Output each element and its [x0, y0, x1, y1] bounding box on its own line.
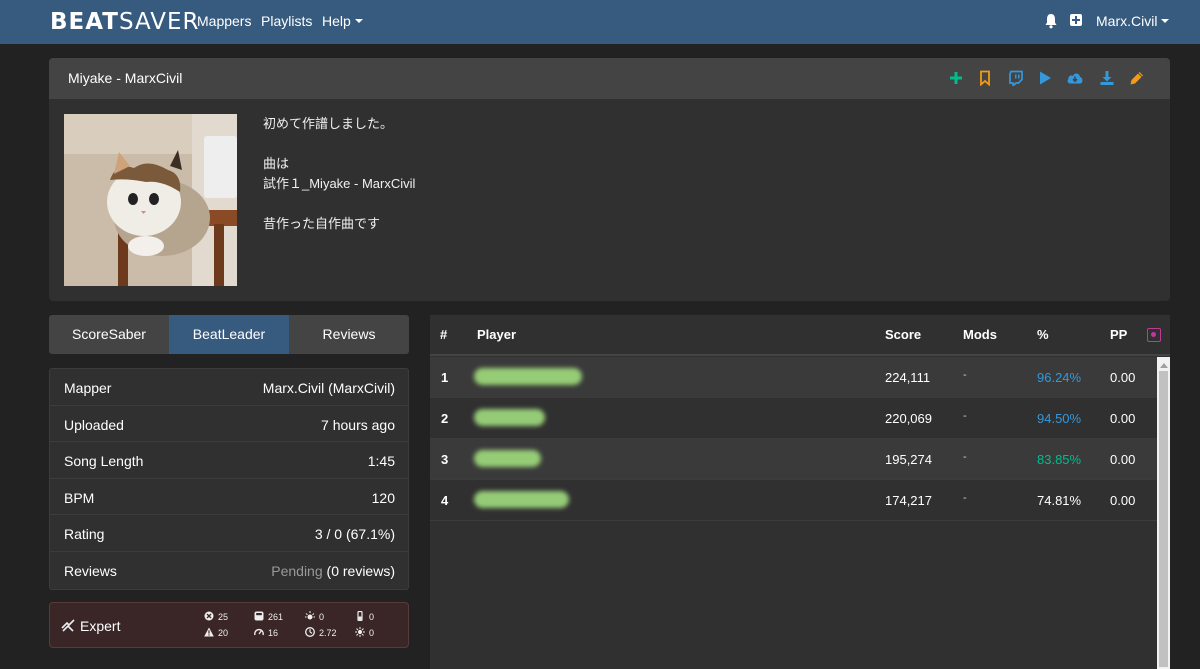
- warning-icon: [204, 627, 214, 637]
- map-description: 初めて作譜しました。 曲は 試作１_Miyake - MarxCivil 昔作っ…: [263, 116, 416, 231]
- difficulty-expert[interactable]: Expert 25 20 261 16 0 2.72 0 0: [49, 602, 409, 648]
- nps-value: 2.72: [305, 627, 337, 638]
- table-row[interactable]: 2 220,069 - 94.50% 0.00: [430, 398, 1157, 439]
- info-row-mapper: Mapper Marx.Civil (MarxCivil): [50, 369, 408, 406]
- chevron-down-icon: [354, 19, 363, 23]
- map-title: Miyake - MarxCivil: [68, 70, 183, 86]
- tab-scoresaber[interactable]: ScoreSaber: [49, 315, 169, 354]
- one-click-install-icon[interactable]: [1066, 70, 1084, 86]
- info-row-rating: Rating 3 / 0 (67.1%): [50, 515, 408, 552]
- walls-icon: [357, 611, 363, 621]
- events-icon: [355, 627, 365, 637]
- map-info-list: Mapper Marx.Civil (MarxCivil) Uploaded 7 h…: [49, 368, 409, 590]
- twitch-icon[interactable]: [1008, 70, 1024, 86]
- percent-value: 94.50%: [1037, 411, 1082, 426]
- info-row-uploaded: Uploaded 7 hours ago: [50, 406, 408, 443]
- top-navbar: BEATSAVER Mappers Playlists Help Marx.Ci…: [0, 0, 1200, 44]
- map-card-header: Miyake - MarxCivil: [49, 58, 1170, 99]
- tab-beatleader[interactable]: BeatLeader: [169, 315, 289, 354]
- brand-logo[interactable]: BEATSAVER: [50, 9, 200, 35]
- replay-icon[interactable]: [1147, 328, 1161, 342]
- info-row-song-length: Song Length 1:45: [50, 442, 408, 479]
- lights-count: 0: [305, 611, 324, 622]
- lights-icon: [305, 611, 315, 620]
- download-icon[interactable]: [1099, 70, 1115, 86]
- leaderboard-scrollbar[interactable]: [1157, 357, 1170, 669]
- upload-icon[interactable]: [1070, 14, 1082, 26]
- notes-icon: [254, 611, 264, 621]
- leaderboard-header: # Player Score Mods % PP: [430, 315, 1170, 356]
- nav-mappers[interactable]: Mappers: [197, 13, 251, 29]
- events-count: 0: [355, 627, 374, 638]
- player-name-redacted[interactable]: [474, 368, 582, 385]
- bomb-icon: [204, 611, 214, 621]
- player-name-redacted[interactable]: [474, 450, 541, 467]
- bell-icon[interactable]: [1044, 13, 1058, 29]
- bookmark-icon[interactable]: [977, 70, 993, 86]
- tab-reviews[interactable]: Reviews: [289, 315, 409, 354]
- mapper-link[interactable]: Marx.Civil (MarxCivil): [263, 380, 395, 396]
- percent-value: 74.81%: [1037, 493, 1082, 508]
- player-name-redacted[interactable]: [474, 491, 569, 508]
- map-card: Miyake - MarxCivil 初めて作譜しました。 曲は 試作１_Miy…: [49, 58, 1170, 301]
- bomb-count: 25: [204, 611, 228, 622]
- info-row-reviews: Reviews Pending (0 reviews): [64, 562, 395, 579]
- table-row[interactable]: 1 224,111 - 96.24% 0.00: [430, 357, 1157, 398]
- map-cover-image: [64, 114, 237, 286]
- stats-tabs: ScoreSaber BeatLeader Reviews: [49, 315, 409, 354]
- walls-count: 0: [355, 611, 374, 622]
- scrollbar-thumb[interactable]: [1159, 371, 1168, 667]
- chevron-down-icon: [1161, 19, 1170, 23]
- njs-icon: [254, 628, 264, 636]
- notes-count: 261: [254, 611, 283, 622]
- percent-value: 96.24%: [1037, 370, 1082, 385]
- njs-value: 16: [254, 627, 278, 638]
- nps-icon: [305, 627, 315, 637]
- info-row-bpm: BPM 120: [50, 479, 408, 516]
- nav-playlists[interactable]: Playlists: [261, 13, 312, 29]
- standard-mode-icon: [61, 619, 75, 632]
- user-menu[interactable]: Marx.Civil: [1096, 13, 1170, 29]
- table-row[interactable]: 3 195,274 - 83.85% 0.00: [430, 439, 1157, 480]
- player-name-redacted[interactable]: [474, 409, 545, 426]
- play-preview-icon[interactable]: [1037, 70, 1053, 86]
- warning-count: 20: [204, 627, 228, 638]
- edit-icon[interactable]: [1129, 70, 1145, 86]
- percent-value: 83.85%: [1037, 452, 1082, 467]
- nav-help[interactable]: Help: [322, 13, 363, 29]
- table-row[interactable]: 4 174,217 - 74.81% 0.00: [430, 480, 1157, 521]
- leaderboard-table: # Player Score Mods % PP 1 224,111 - 96.…: [430, 315, 1170, 669]
- add-to-playlist-icon[interactable]: [948, 70, 964, 86]
